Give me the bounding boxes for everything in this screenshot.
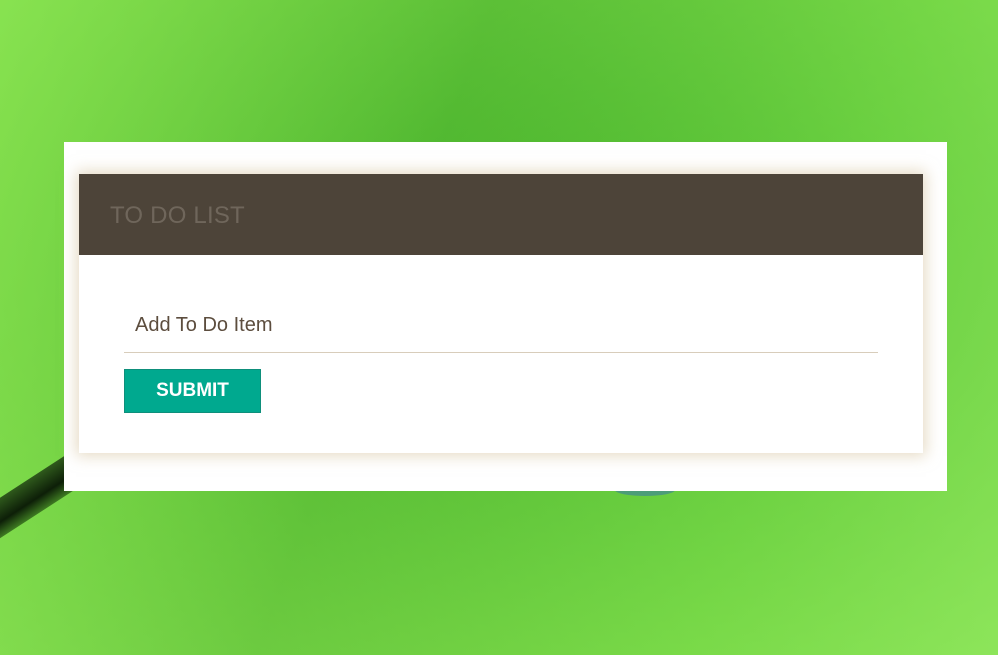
- card-header: TO DO LIST: [79, 174, 923, 255]
- submit-button[interactable]: SUBMIT: [124, 369, 261, 413]
- todo-item-input[interactable]: [124, 299, 878, 353]
- content-panel: TO DO LIST SUBMIT: [64, 142, 947, 491]
- todo-card: TO DO LIST SUBMIT: [79, 174, 923, 453]
- page-title: TO DO LIST: [110, 202, 245, 229]
